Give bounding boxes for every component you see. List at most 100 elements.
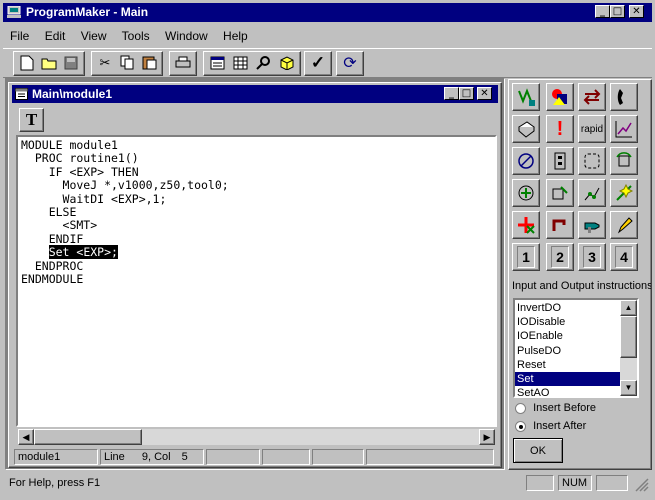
code-line[interactable]: <SMT> [21,219,229,233]
package-icon[interactable] [275,52,297,73]
no-entry-icon[interactable] [512,147,540,175]
find-icon[interactable] [252,52,274,73]
child-minimize-button[interactable]: _ [444,87,459,100]
cut-icon[interactable]: ✂ [94,52,116,73]
instruction-item[interactable]: Reset [515,358,621,372]
resize-grip-icon[interactable] [633,476,649,492]
child-title-bar: Main\module1 _ □ ✕ [12,85,498,103]
menu-file[interactable]: File [10,29,29,43]
code-editor[interactable]: MODULE module1 PROC routine1() IF <EXP> … [16,135,497,427]
save-icon[interactable] [60,52,82,73]
page-3-button[interactable]: 3 [578,243,606,271]
spray-gun-icon[interactable] [578,211,606,239]
code-line[interactable]: ENDIF [21,232,229,246]
code-line[interactable]: IF <EXP> THEN [21,165,229,179]
selected-code-text[interactable]: Set <EXP>; [48,245,118,260]
open-folder-icon[interactable] [38,52,60,73]
child-status-bar: module1 Line 9, Col 5 [12,447,498,466]
add-target-icon[interactable] [512,179,540,207]
maximize-button[interactable]: □ [610,5,625,18]
paste-icon[interactable] [138,52,160,73]
scroll-thumb[interactable] [34,429,142,445]
status-field-6 [366,449,494,465]
code-line[interactable]: ENDMODULE [21,272,229,286]
insert-after-label: Insert After [533,420,587,432]
child-maximize-button[interactable]: □ [459,87,474,100]
line-chart-icon[interactable] [610,115,638,143]
table-icon[interactable] [229,52,251,73]
menu-view[interactable]: View [81,29,107,43]
status-num: NUM [558,475,592,491]
horizontal-scrollbar[interactable]: ◀ ▶ [18,429,495,445]
insert-before-option[interactable]: Insert Before [515,402,596,414]
copy-icon[interactable] [116,52,138,73]
list-scrollbar[interactable]: ▲ ▼ [620,300,637,396]
code-line[interactable]: MoveJ *,v1000,z50,tool0; [21,178,229,192]
instruction-item[interactable]: SetAO [515,386,621,396]
scroll-left-button[interactable]: ◀ [18,429,34,445]
menu-window[interactable]: Window [165,29,208,43]
joint-icon[interactable] [546,211,574,239]
ok-button[interactable]: OK [513,438,563,463]
toolbar: ✂ ✓ ⟳ [3,48,652,78]
list-scroll-down[interactable]: ▼ [620,380,637,396]
child-close-button[interactable]: ✕ [477,87,492,100]
child-window: Main\module1 _ □ ✕ T MODULE module1 PROC… [8,82,502,468]
status-scroll [596,475,628,491]
menu-help[interactable]: Help [223,29,248,43]
app-icon [7,5,21,18]
refresh-icon[interactable]: ⟳ [339,52,361,73]
program-flow-icon[interactable] [512,83,540,111]
menu-edit[interactable]: Edit [45,29,66,43]
move-delete-icon[interactable] [512,211,540,239]
page-2-button[interactable]: 2 [546,243,574,271]
selection-icon[interactable] [578,147,606,175]
code-line[interactable]: PROC routine1() [21,151,229,165]
exclamation-icon[interactable]: ! [546,115,574,143]
code-line[interactable]: ELSE [21,205,229,219]
page-1-label: 1 [517,246,535,268]
list-scroll-thumb[interactable] [620,316,637,358]
robot-path-icon[interactable] [578,179,606,207]
rapid-button[interactable]: rapid [578,115,606,143]
new-file-icon[interactable] [16,52,38,73]
sparkle-icon[interactable] [610,179,638,207]
swap-arrows-icon[interactable] [578,83,606,111]
page-1-button[interactable]: 1 [512,243,540,271]
book-icon[interactable] [512,115,540,143]
print-icon[interactable] [172,52,194,73]
instruction-item[interactable]: InvertDO [515,301,621,315]
page-4-button[interactable]: 4 [610,243,638,271]
instruction-item[interactable]: PulseDO [515,344,621,358]
code-line[interactable]: MODULE module1 [21,138,229,152]
instruction-list[interactable]: InvertDO IODisable IOEnable PulseDO Reset Set… [513,298,639,398]
code-line[interactable]: WaitDI <EXP>,1; [21,192,229,206]
status-cursor-position: Line 9, Col 5 [100,449,204,465]
insert-after-option[interactable]: Insert After [515,420,586,432]
instruction-item[interactable]: IODisable [515,315,621,329]
scroll-right-button[interactable]: ▶ [479,429,495,445]
properties-icon[interactable] [206,52,228,73]
code-line[interactable]: ENDPROC [21,259,229,273]
menu-tools[interactable]: Tools [122,29,150,43]
io-device-icon[interactable] [546,147,574,175]
status-line-label: Line [104,451,125,463]
move-tool-icon[interactable] [546,179,574,207]
shapes-icon[interactable] [546,83,574,111]
text-tool-button[interactable]: T [19,108,44,132]
check-icon[interactable]: ✓ [307,52,329,73]
instruction-item[interactable]: Set [515,371,621,387]
list-scroll-up[interactable]: ▲ [620,300,637,316]
insert-before-radio[interactable] [515,402,526,414]
rapid-label: rapid [580,123,604,135]
category-label: Input and Output instructions [512,280,651,292]
close-button[interactable]: ✕ [629,5,644,18]
insert-after-radio[interactable] [515,420,526,432]
code-line[interactable]: Set <EXP>; [21,245,229,260]
minimize-button[interactable]: _ [595,5,610,18]
phone-icon[interactable] [610,83,638,111]
instruction-item[interactable]: IOEnable [515,329,621,343]
code-text: MODULE module1 PROC routine1() IF <EXP> … [21,138,229,286]
pencil-icon[interactable] [610,211,638,239]
rotate-box-icon[interactable] [610,147,638,175]
